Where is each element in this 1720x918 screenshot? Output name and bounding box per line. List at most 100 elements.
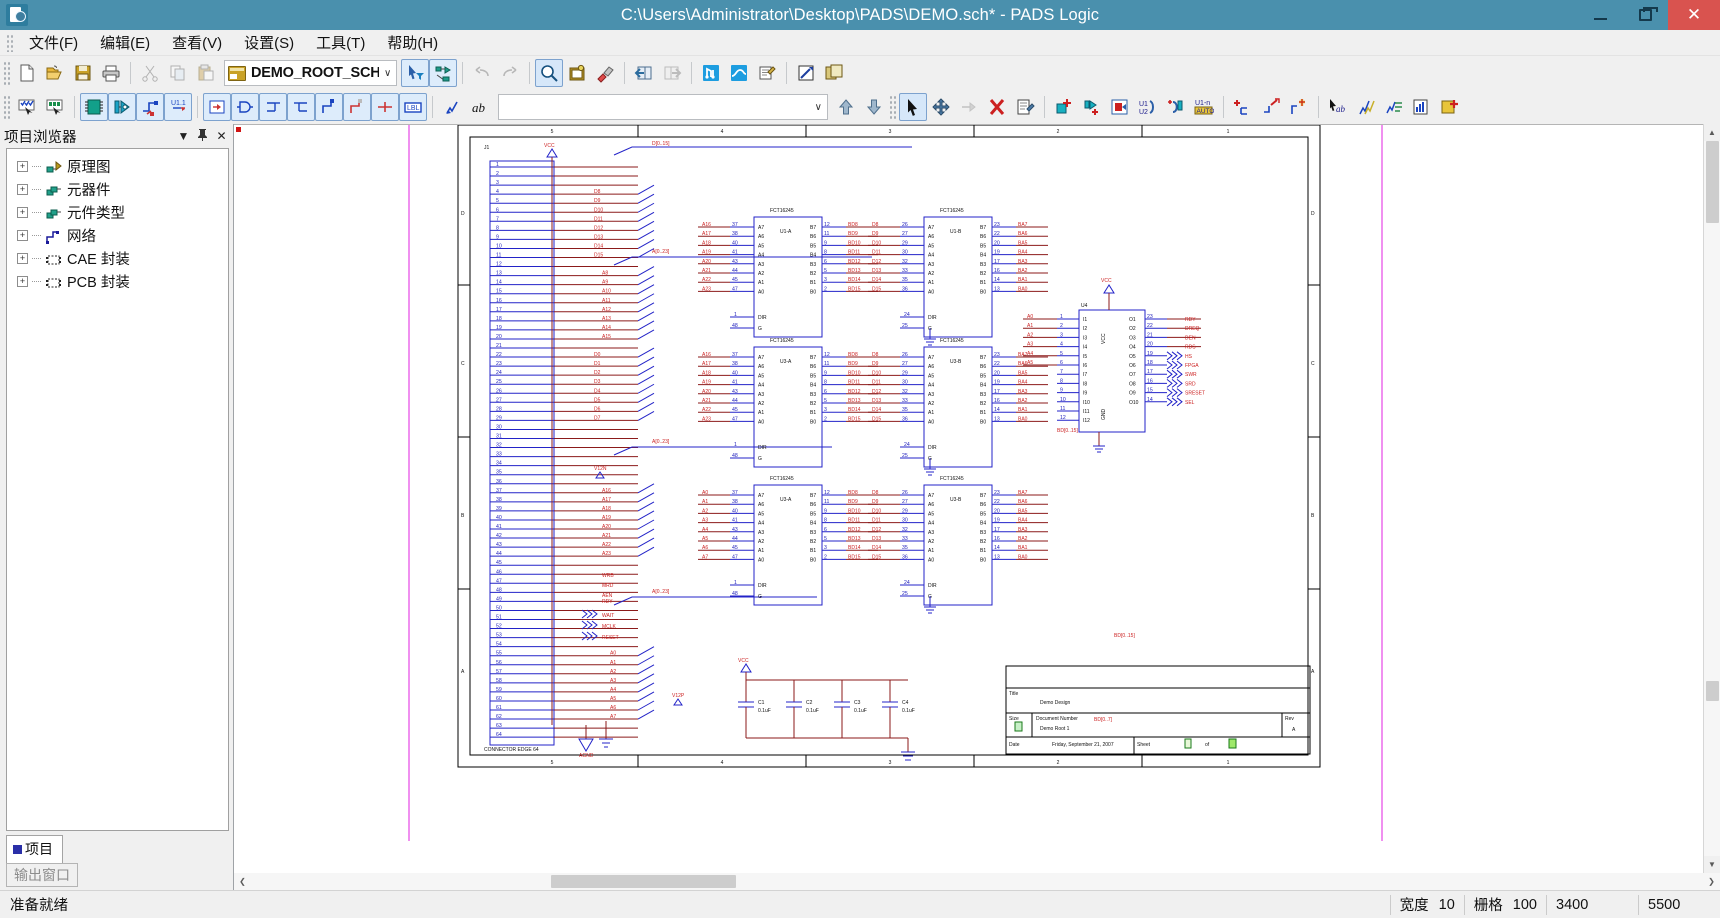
scroll-left-button[interactable]: ❮ [234, 873, 251, 890]
menu-setup[interactable]: 设置(S) [233, 30, 305, 55]
schematic-canvas[interactable]: 543 21 543 21 DCBA DCBA J1 [234, 124, 1703, 873]
chevron-down-icon[interactable]: ∨ [815, 102, 825, 113]
part-reference-button[interactable]: U1.1 [164, 93, 192, 121]
connect-button[interactable] [1229, 93, 1257, 121]
tree-item-nets[interactable]: + 网络 [7, 224, 228, 247]
cross-probe-button[interactable] [1436, 93, 1464, 121]
explorer-pin-button[interactable] [195, 128, 210, 144]
chevron-down-icon[interactable]: ∨ [384, 68, 394, 79]
net-flag-alt-button[interactable] [287, 93, 315, 121]
add-part-2-button[interactable] [1050, 93, 1078, 121]
layout-button[interactable] [820, 59, 848, 87]
vertical-scroll-thumb[interactable] [1706, 141, 1719, 223]
select-tool-button[interactable] [899, 93, 927, 121]
scroll-down-button[interactable]: ▼ [1704, 856, 1720, 873]
redo-button[interactable] [496, 59, 524, 87]
vertical-scroll-thumb-2[interactable] [1706, 681, 1719, 701]
add-part-button[interactable] [80, 93, 108, 121]
tree-item-pcb-decals[interactable]: + PCB 封装 [7, 270, 228, 293]
toolbar-grip[interactable] [889, 95, 896, 119]
query-button[interactable]: ab [1324, 93, 1352, 121]
swap-part-button[interactable] [1106, 93, 1134, 121]
nets-button[interactable] [697, 59, 725, 87]
expander-icon[interactable]: + [17, 253, 28, 264]
rotate-tool-button[interactable] [955, 93, 983, 121]
add-bus-button[interactable] [136, 93, 164, 121]
menu-edit[interactable]: 编辑(E) [89, 30, 161, 55]
new-file-button[interactable] [13, 59, 41, 87]
menu-view[interactable]: 查看(V) [161, 30, 233, 55]
drc-button[interactable] [41, 93, 69, 121]
net-flag-button[interactable] [259, 93, 287, 121]
add-pin-button[interactable] [1078, 93, 1106, 121]
move-down-button[interactable] [860, 93, 888, 121]
undo-button[interactable] [468, 59, 496, 87]
add-label-button[interactable]: LBL [399, 93, 427, 121]
tree-item-schematic[interactable]: + 原理图 [7, 155, 228, 178]
horizontal-scrollbar[interactable]: ❮ ❯ [234, 873, 1720, 890]
save-file-button[interactable] [69, 59, 97, 87]
move-tool-button[interactable] [927, 93, 955, 121]
move-up-button[interactable] [832, 93, 860, 121]
schematic-drawing[interactable]: 543 21 543 21 DCBA DCBA J1 [234, 125, 1703, 841]
vertical-scroll-track[interactable] [1704, 141, 1720, 856]
explorer-menu-button[interactable]: ▼ [176, 129, 191, 143]
swap-gate-button[interactable]: U1U2 [1134, 93, 1162, 121]
select-filter-button[interactable] [401, 59, 429, 87]
highlight-net-button[interactable] [1352, 93, 1380, 121]
minimize-button[interactable] [1578, 0, 1623, 30]
next-sheet-button[interactable] [658, 59, 686, 87]
expander-icon[interactable]: + [17, 230, 28, 241]
verify-design-button[interactable] [13, 93, 41, 121]
horizontal-scroll-thumb[interactable] [551, 875, 736, 888]
dim-net-button[interactable] [1380, 93, 1408, 121]
add-gate-button[interactable] [231, 93, 259, 121]
cut-button[interactable] [136, 59, 164, 87]
close-button[interactable]: ✕ [1668, 0, 1720, 30]
report-button[interactable] [753, 59, 781, 87]
add-symbol-button[interactable] [203, 93, 231, 121]
redraw-button[interactable] [591, 59, 619, 87]
output-window-button[interactable]: 输出窗口 [6, 863, 78, 887]
highlight-button[interactable] [438, 93, 466, 121]
expander-icon[interactable]: + [17, 276, 28, 287]
menu-grip[interactable] [6, 34, 14, 52]
explorer-close-button[interactable]: ✕ [214, 129, 229, 143]
scroll-up-button[interactable]: ▲ [1704, 124, 1720, 141]
pcb-link-button[interactable] [792, 59, 820, 87]
toolbar-grip[interactable] [3, 95, 10, 119]
tree-item-part-types[interactable]: + 元件类型 [7, 201, 228, 224]
print-button[interactable] [97, 59, 125, 87]
expander-icon[interactable]: + [17, 161, 28, 172]
new-net-button[interactable] [1285, 93, 1313, 121]
tree-item-cae-decals[interactable]: + CAE 封装 [7, 247, 228, 270]
layer-combo[interactable]: ∨ [498, 94, 828, 120]
add-corner-button[interactable] [315, 93, 343, 121]
toolbar-grip[interactable] [3, 61, 10, 85]
maximize-restore-button[interactable] [1623, 0, 1668, 30]
menu-file[interactable]: 文件(F) [18, 30, 89, 55]
paste-button[interactable] [192, 59, 220, 87]
grid-cell[interactable]: 栅格 100 [1464, 895, 1546, 915]
expander-icon[interactable]: + [17, 184, 28, 195]
signals-button[interactable] [725, 59, 753, 87]
menu-tools[interactable]: 工具(T) [305, 30, 376, 55]
zoom-button[interactable] [535, 59, 563, 87]
scroll-right-button[interactable]: ❯ [1703, 873, 1720, 890]
disconnect-button[interactable] [1257, 93, 1285, 121]
tab-project[interactable]: 项目 [6, 835, 63, 863]
delete-tool-button[interactable] [983, 93, 1011, 121]
auto-rename-button[interactable]: U1-nAUTO [1190, 93, 1218, 121]
sheet-setup-button[interactable] [563, 59, 591, 87]
expander-icon[interactable]: + [17, 207, 28, 218]
properties-button[interactable] [1011, 93, 1039, 121]
add-text-button[interactable]: ab [466, 93, 494, 121]
horizontal-scroll-track[interactable] [251, 873, 1703, 890]
copy-button[interactable] [164, 59, 192, 87]
prev-sheet-button[interactable] [630, 59, 658, 87]
tree-item-components[interactable]: + 元器件 [7, 178, 228, 201]
delete-corner-button[interactable] [343, 93, 371, 121]
add-connection-button[interactable] [108, 93, 136, 121]
vertical-scrollbar[interactable]: ▲ ▼ [1703, 124, 1720, 873]
swap-pin-button[interactable] [1162, 93, 1190, 121]
